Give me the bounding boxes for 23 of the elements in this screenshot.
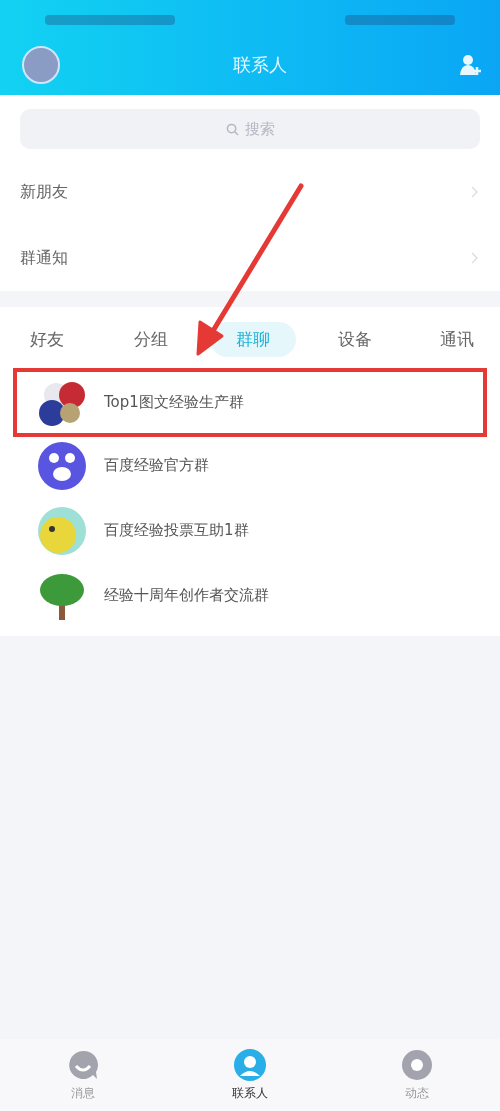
group-row[interactable]: 百度经验官方群 (0, 433, 483, 498)
search-icon (225, 122, 239, 136)
tab[interactable]: 分组 (134, 322, 168, 357)
nav-tab[interactable]: 联系人 (205, 1047, 295, 1103)
avatar[interactable] (22, 45, 60, 84)
header-title: 联系人 (233, 52, 287, 77)
paw-icon (36, 439, 88, 492)
group-row[interactable]: 百度经验投票互助1群 (0, 498, 483, 563)
feed-icon (400, 1048, 433, 1081)
person-icon (234, 1048, 266, 1081)
highlighted-group-row[interactable]: Top1图文经验生产群 (17, 372, 483, 433)
chat-icon (67, 1048, 100, 1081)
duck-avatar-icon (36, 504, 88, 557)
add-contact-icon[interactable] (460, 52, 482, 77)
tab[interactable]: 设备 (338, 322, 372, 357)
group-row[interactable]: 经验十周年创作者交流群 (0, 563, 483, 628)
tab[interactable]: 通讯 (440, 322, 474, 357)
list-entry[interactable]: 新朋友 (0, 159, 500, 225)
tab[interactable]: 好友 (30, 322, 64, 357)
search-placeholder: 搜索 (244, 119, 275, 139)
list-entry[interactable]: 群通知 (0, 225, 500, 291)
chevron-icon (471, 252, 478, 264)
chevron-icon (471, 186, 478, 198)
